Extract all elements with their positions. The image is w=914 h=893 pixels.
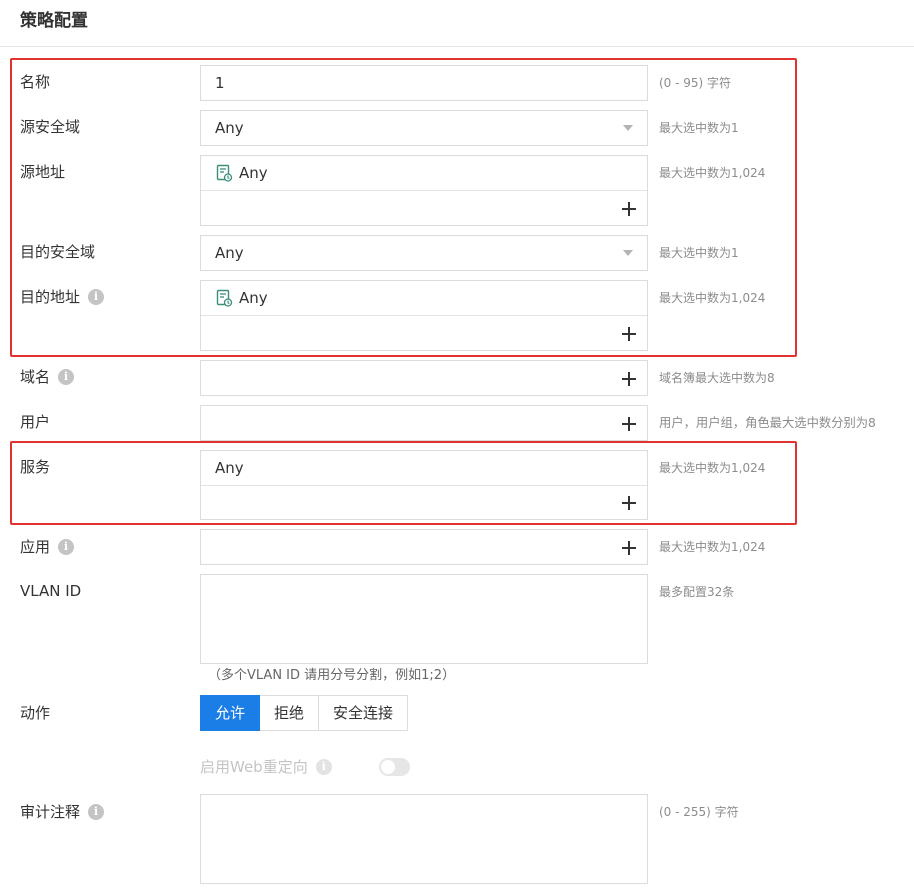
dst-zone-label: 目的安全域: [20, 243, 96, 261]
app-field[interactable]: [200, 529, 648, 565]
domain-label: 域名 i: [20, 367, 75, 387]
audit-hint: (0 - 255) 字符: [659, 805, 739, 819]
app-hint: 最大选中数为1,024: [659, 540, 766, 554]
add-src-addr-icon[interactable]: [622, 202, 636, 216]
address-book-icon: [216, 164, 233, 182]
src-zone-hint: 最大选中数为1: [659, 121, 739, 135]
domain-hint: 域名簿最大选中数为8: [659, 371, 775, 385]
web-redirect-toggle[interactable]: [379, 758, 410, 776]
info-icon[interactable]: i: [88, 289, 105, 305]
name-hint: (0 - 95) 字符: [659, 76, 732, 90]
src-addr-value: Any: [239, 164, 268, 182]
header-divider: [0, 46, 914, 47]
caret-down-icon: [623, 125, 633, 131]
service-hint: 最大选中数为1,024: [659, 461, 766, 475]
dst-addr-field[interactable]: Any: [200, 280, 648, 351]
audit-label: 审计注释 i: [20, 802, 105, 822]
address-book-icon: [216, 289, 233, 307]
field-divider: [201, 485, 647, 486]
vlan-hint: 最多配置32条: [659, 585, 735, 599]
info-icon: i: [315, 759, 332, 775]
service-label: 服务: [20, 458, 51, 476]
name-input[interactable]: 1: [200, 65, 648, 101]
dst-addr-value: Any: [239, 289, 268, 307]
user-label: 用户: [20, 413, 51, 431]
audit-textarea[interactable]: [200, 794, 648, 884]
vlan-textarea[interactable]: [200, 574, 648, 664]
app-label: 应用 i: [20, 537, 75, 557]
action-button-group: 允许 拒绝 安全连接: [200, 695, 409, 731]
src-addr-hint: 最大选中数为1,024: [659, 166, 766, 180]
action-secure-connect-button[interactable]: 安全连接: [319, 695, 409, 731]
dst-zone-value: Any: [215, 244, 244, 262]
dst-addr-hint: 最大选中数为1,024: [659, 291, 766, 305]
page-title: 策略配置: [20, 11, 88, 31]
vlan-note: （多个VLAN ID 请用分号分割，例如1;2）: [208, 668, 456, 683]
dst-zone-select[interactable]: Any: [200, 235, 648, 271]
action-label: 动作: [20, 704, 51, 722]
service-field[interactable]: Any: [200, 450, 648, 520]
dst-zone-hint: 最大选中数为1: [659, 246, 739, 260]
dst-addr-label: 目的地址 i: [20, 287, 105, 307]
src-addr-label: 源地址: [20, 163, 66, 181]
src-zone-value: Any: [215, 119, 244, 137]
domain-field[interactable]: [200, 360, 648, 396]
service-value: Any: [215, 459, 244, 477]
add-dst-addr-icon[interactable]: [622, 327, 636, 341]
info-icon[interactable]: i: [58, 369, 75, 385]
user-field[interactable]: [200, 405, 648, 441]
name-value: 1: [215, 74, 225, 92]
add-user-icon[interactable]: [622, 417, 636, 431]
action-allow-button[interactable]: 允许: [200, 695, 261, 731]
src-addr-field[interactable]: Any: [200, 155, 648, 226]
add-service-icon[interactable]: [622, 496, 636, 510]
src-zone-select[interactable]: Any: [200, 110, 648, 146]
vlan-label: VLAN ID: [20, 582, 82, 600]
user-hint: 用户，用户组，角色最大选中数分别为8: [659, 416, 876, 430]
caret-down-icon: [623, 250, 633, 256]
info-icon[interactable]: i: [88, 804, 105, 820]
field-divider: [201, 315, 647, 316]
info-icon[interactable]: i: [58, 539, 75, 555]
add-app-icon[interactable]: [622, 541, 636, 555]
add-domain-icon[interactable]: [622, 372, 636, 386]
src-zone-label: 源安全域: [20, 118, 81, 136]
field-divider: [201, 190, 647, 191]
name-label: 名称: [20, 73, 51, 91]
action-deny-button[interactable]: 拒绝: [260, 695, 320, 731]
web-redirect-label: 启用Web重定向 i: [200, 757, 332, 777]
